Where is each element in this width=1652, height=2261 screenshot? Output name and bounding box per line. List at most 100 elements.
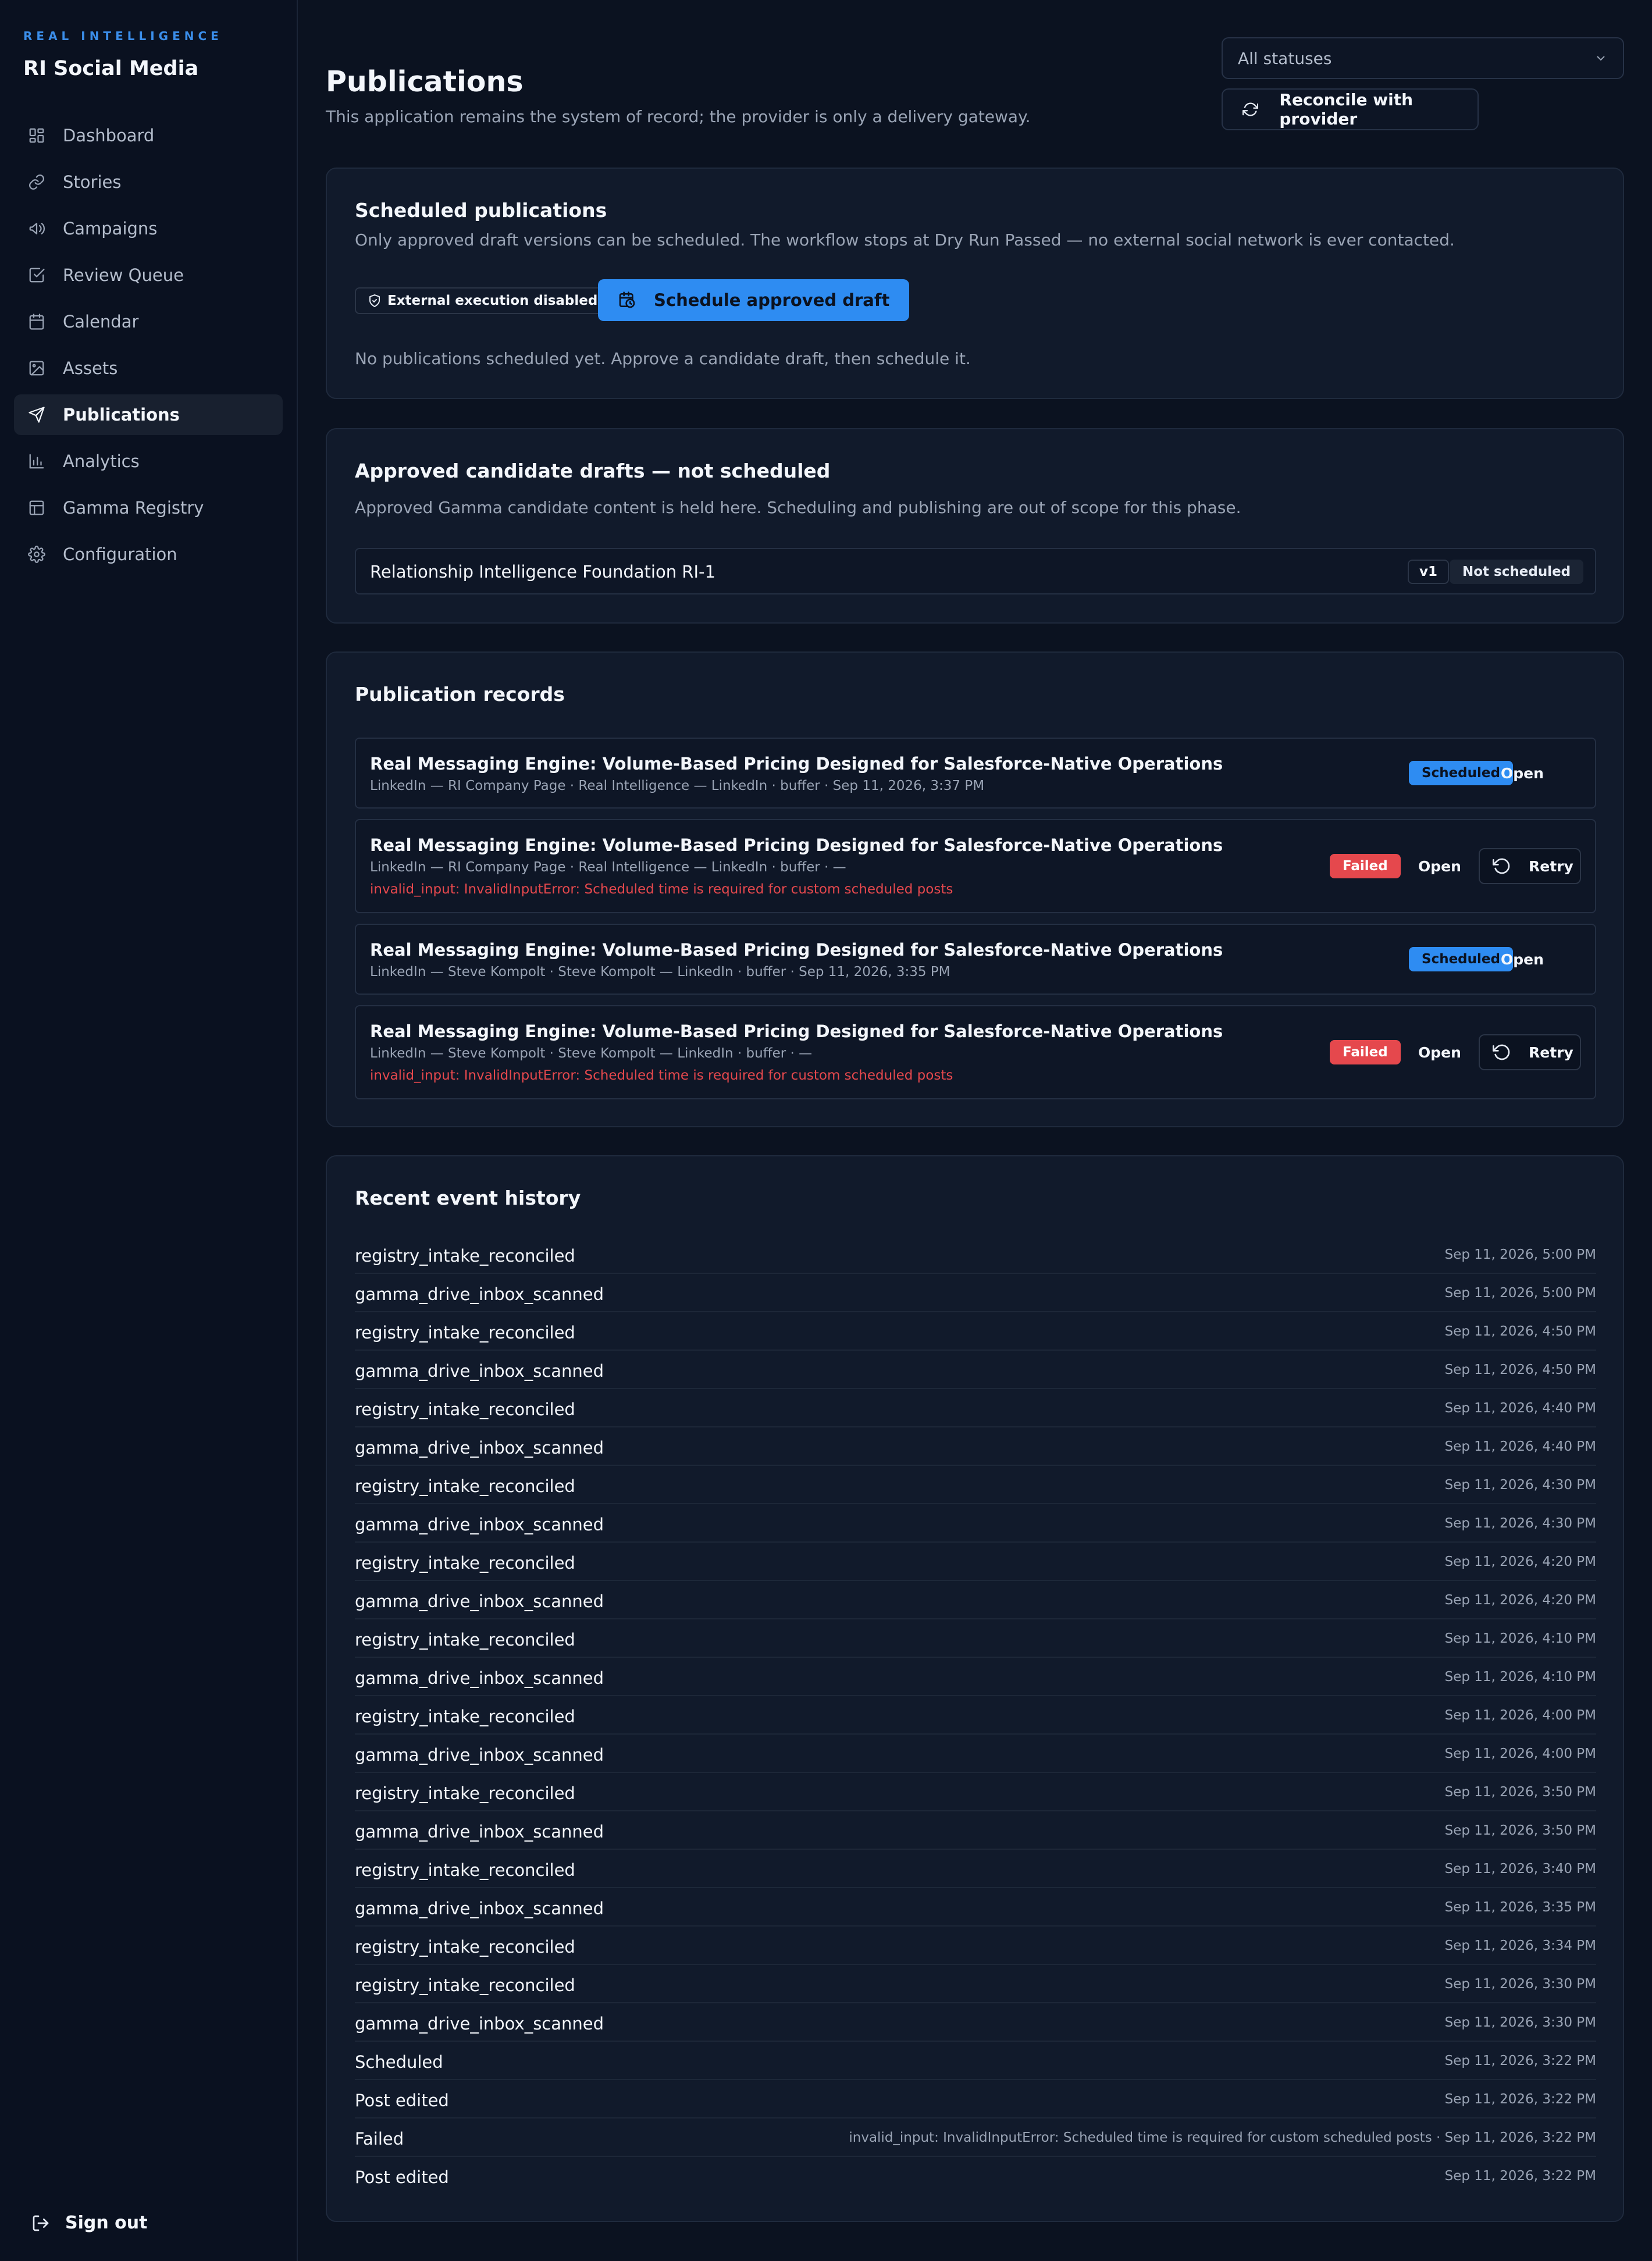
- event-name: registry_intake_reconciled: [355, 1937, 575, 1957]
- publication-records-card: Publication records Real Messaging Engin…: [326, 651, 1624, 1127]
- event-name: gamma_drive_inbox_scanned: [355, 1668, 604, 1688]
- sidebar-item-configuration[interactable]: Configuration: [14, 534, 283, 575]
- sidebar: REAL INTELLIGENCE RI Social Media Dashbo…: [0, 0, 298, 2261]
- event-time: Sep 11, 2026, 3:34 PM: [1444, 1938, 1596, 1953]
- event-name: registry_intake_reconciled: [355, 1783, 575, 1803]
- event-row: registry_intake_reconciled Sep 11, 2026, …: [355, 1466, 1596, 1504]
- event-row: gamma_drive_inbox_scanned Sep 11, 2026, 4…: [355, 1658, 1596, 1696]
- record-error: invalid_input: InvalidInputError: Schedu…: [370, 882, 953, 897]
- open-button[interactable]: Open: [1501, 765, 1544, 782]
- event-time: Sep 11, 2026, 4:50 PM: [1444, 1362, 1596, 1377]
- event-row: gamma_drive_inbox_scanned Sep 11, 2026, 4…: [355, 1504, 1596, 1543]
- event-name: Scheduled: [355, 2052, 443, 2072]
- event-time: Sep 11, 2026, 4:50 PM: [1444, 1324, 1596, 1339]
- status-filter-select[interactable]: All statuses: [1222, 37, 1624, 79]
- event-row: Scheduled Sep 11, 2026, 3:22 PM: [355, 2042, 1596, 2080]
- sign-out-button[interactable]: Sign out: [31, 2213, 147, 2233]
- event-name: gamma_drive_inbox_scanned: [355, 1438, 604, 1458]
- sign-out-icon: [33, 2215, 49, 2231]
- page-subtitle: This application remains the system of r…: [326, 107, 1031, 126]
- record-meta: LinkedIn — RI Company Page · Real Intell…: [370, 860, 846, 875]
- brand-kicker: REAL INTELLIGENCE: [23, 29, 223, 43]
- event-time: Sep 11, 2026, 4:40 PM: [1444, 1439, 1596, 1454]
- brand-title: RI Social Media: [23, 57, 199, 80]
- event-name: gamma_drive_inbox_scanned: [355, 1591, 604, 1611]
- sidebar-item-label: Campaigns: [63, 219, 158, 238]
- event-row: gamma_drive_inbox_scanned Sep 11, 2026, 3…: [355, 1888, 1596, 1927]
- record-error: invalid_input: InvalidInputError: Schedu…: [370, 1068, 953, 1083]
- sidebar-item-publications[interactable]: Publications: [14, 394, 283, 435]
- sidebar-item-analytics[interactable]: Analytics: [14, 441, 283, 482]
- record-title: Real Messaging Engine: Volume-Based Pric…: [370, 1021, 1223, 1041]
- event-row: registry_intake_reconciled Sep 11, 2026, …: [355, 1543, 1596, 1581]
- dashboard-icon: [28, 127, 45, 144]
- approved-drafts-card: Approved candidate drafts — not schedule…: [326, 428, 1624, 624]
- event-name: gamma_drive_inbox_scanned: [355, 1515, 604, 1534]
- draft-row[interactable]: Relationship Intelligence Foundation RI-…: [355, 548, 1596, 594]
- event-row: registry_intake_reconciled Sep 11, 2026, …: [355, 1235, 1596, 1274]
- event-time: Sep 11, 2026, 4:40 PM: [1444, 1401, 1596, 1416]
- bar-chart-icon: [28, 453, 45, 470]
- event-row: registry_intake_reconciled Sep 11, 2026, …: [355, 1773, 1596, 1811]
- sidebar-item-dashboard[interactable]: Dashboard: [14, 115, 283, 156]
- sidebar-item-label: Dashboard: [63, 126, 155, 145]
- sidebar-nav: Dashboard Stories Campaigns Review Queue Cal…: [14, 115, 283, 581]
- event-time: Sep 11, 2026, 3:50 PM: [1444, 1785, 1596, 1800]
- record-meta: LinkedIn — Steve Kompolt · Steve Kompolt…: [370, 964, 950, 980]
- event-row: gamma_drive_inbox_scanned Sep 11, 2026, 4…: [355, 1581, 1596, 1619]
- sidebar-item-label: Assets: [63, 358, 118, 378]
- shield-check-icon: [369, 294, 380, 307]
- event-name: gamma_drive_inbox_scanned: [355, 2014, 604, 2034]
- event-time: Sep 11, 2026, 4:00 PM: [1444, 1746, 1596, 1761]
- event-row: registry_intake_reconciled Sep 11, 2026, …: [355, 1696, 1596, 1735]
- calendar-icon: [28, 313, 45, 330]
- record-meta: LinkedIn — Steve Kompolt · Steve Kompolt…: [370, 1046, 813, 1061]
- event-row: Post edited Sep 11, 2026, 3:22 PM: [355, 2157, 1596, 2195]
- status-badge: Failed: [1330, 854, 1401, 878]
- event-time: Sep 11, 2026, 3:22 PM: [1444, 2169, 1596, 2184]
- sidebar-item-gamma-registry[interactable]: Gamma Registry: [14, 487, 283, 528]
- event-time: Sep 11, 2026, 4:20 PM: [1444, 1593, 1596, 1608]
- chevron-down-icon: [1597, 56, 1605, 61]
- event-time: Sep 11, 2026, 4:10 PM: [1444, 1631, 1596, 1646]
- event-row: gamma_drive_inbox_scanned Sep 11, 2026, 4…: [355, 1351, 1596, 1389]
- event-time: invalid_input: InvalidInputError: Schedu…: [849, 2130, 1596, 2145]
- publication-record-row: Real Messaging Engine: Volume-Based Pric…: [355, 924, 1596, 995]
- event-name: Failed: [355, 2129, 404, 2149]
- event-row: Post edited Sep 11, 2026, 3:22 PM: [355, 2080, 1596, 2118]
- external-execution-label: External execution disabled: [387, 293, 598, 308]
- sidebar-item-assets[interactable]: Assets: [14, 348, 283, 389]
- status-badge: Scheduled: [1409, 761, 1513, 785]
- schedule-approved-draft-button[interactable]: Schedule approved draft: [598, 279, 910, 321]
- status-badge: Failed: [1330, 1040, 1401, 1064]
- open-button[interactable]: Open: [1501, 951, 1544, 968]
- refresh-icon: [1242, 102, 1259, 116]
- event-name: gamma_drive_inbox_scanned: [355, 1745, 604, 1765]
- reconcile-button[interactable]: Reconcile with provider: [1222, 88, 1479, 130]
- record-title: Real Messaging Engine: Volume-Based Pric…: [370, 835, 1223, 855]
- calendar-clock-icon: [619, 291, 635, 308]
- status-filter-value: All statuses: [1238, 48, 1332, 68]
- event-name: gamma_drive_inbox_scanned: [355, 1361, 604, 1381]
- sidebar-item-campaigns[interactable]: Campaigns: [14, 208, 283, 249]
- event-name: registry_intake_reconciled: [355, 1630, 575, 1650]
- event-time: Sep 11, 2026, 4:10 PM: [1444, 1669, 1596, 1685]
- reconcile-label: Reconcile with provider: [1279, 90, 1414, 129]
- page-title: Publications: [326, 65, 524, 98]
- retry-button[interactable]: Retry: [1479, 1034, 1581, 1070]
- record-meta: LinkedIn — RI Company Page · Real Intell…: [370, 778, 985, 793]
- event-name: registry_intake_reconciled: [355, 1860, 575, 1880]
- sidebar-item-review-queue[interactable]: Review Queue: [14, 255, 283, 295]
- sidebar-item-stories[interactable]: Stories: [14, 162, 283, 202]
- open-button[interactable]: Open: [1418, 858, 1461, 875]
- event-time: Sep 11, 2026, 3:22 PM: [1444, 2092, 1596, 2107]
- event-time: Sep 11, 2026, 3:50 PM: [1444, 1823, 1596, 1838]
- retry-button[interactable]: Retry: [1479, 848, 1581, 884]
- open-button[interactable]: Open: [1418, 1044, 1461, 1061]
- event-list: registry_intake_reconciled Sep 11, 2026, …: [355, 1235, 1596, 2195]
- sidebar-item-calendar[interactable]: Calendar: [14, 301, 283, 342]
- event-name: registry_intake_reconciled: [355, 1476, 575, 1496]
- event-row: gamma_drive_inbox_scanned Sep 11, 2026, 4…: [355, 1427, 1596, 1466]
- scheduled-description: Only approved draft versions can be sche…: [355, 230, 1455, 250]
- external-execution-badge: External execution disabled: [355, 287, 611, 314]
